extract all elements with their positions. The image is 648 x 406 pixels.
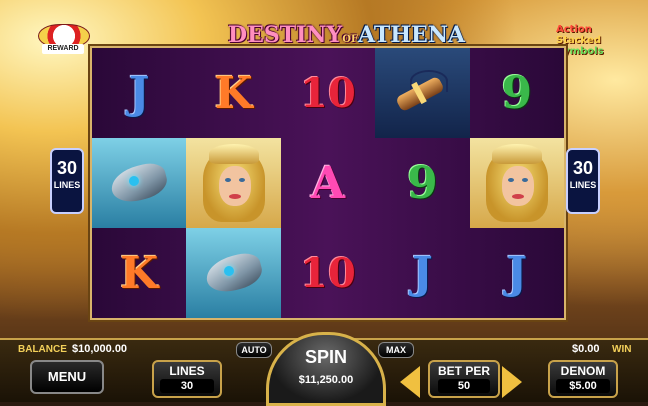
symbol-k: K [214, 67, 253, 119]
athena-portrait-icon [199, 144, 269, 222]
symbol-j: J [411, 247, 433, 299]
auto-button[interactable]: AUTO [236, 342, 272, 358]
balance-value: $10,000.00 [72, 343, 128, 355]
lines-button[interactable]: LINES 30 [152, 360, 222, 398]
helmet-icon [107, 159, 171, 207]
menu-button[interactable]: MENU [30, 360, 104, 394]
logo-action-text: Action [556, 24, 592, 35]
win-label: WIN [612, 344, 632, 355]
bet-decrease-arrow-icon[interactable] [400, 366, 420, 398]
symbol-j: J [506, 247, 528, 299]
symbol-9: 9 [501, 67, 533, 119]
logo-symbols-text: Symbols [556, 46, 604, 57]
reel-grid: J K 10 9 A 9 K 10 J J [90, 46, 566, 320]
helmet-icon [202, 249, 266, 297]
reel-symbol: J [92, 48, 186, 138]
reward-logo: REWARD [38, 24, 90, 56]
reel-symbol [186, 228, 281, 318]
lines-button-label: LINES [169, 364, 205, 378]
lines-badge-right: 30 LINES [566, 148, 600, 214]
reel-symbol: A [281, 138, 375, 228]
reel-symbol: 10 [281, 48, 375, 138]
reel-symbol: K [92, 228, 186, 318]
symbol-10: 10 [300, 69, 356, 117]
reel-symbol: 10 [281, 228, 375, 318]
denom-button[interactable]: DENOM $5.00 [548, 360, 618, 398]
reel-symbol [469, 138, 564, 228]
lines-button-value: 30 [160, 379, 214, 393]
lines-badge-label: LINES [53, 180, 81, 190]
bet-per-button[interactable]: BET PER 50 [428, 360, 500, 398]
reel-symbol: J [470, 228, 564, 318]
reel-symbol: K [186, 48, 280, 138]
spin-button-label: SPIN [304, 347, 347, 367]
reel-symbol [92, 138, 187, 228]
athena-portrait-icon [482, 144, 552, 222]
bet-per-label: BET PER [437, 364, 490, 378]
lines-badge-number: 30 [572, 158, 594, 178]
lines-badge-left: 30 LINES [50, 148, 84, 214]
reward-logo-text: REWARD [42, 44, 84, 54]
title-destiny: DESTINY [228, 22, 343, 48]
reel-symbol: J [375, 228, 469, 318]
action-stacked-symbols-logo: Action Stacked Symbols [556, 24, 636, 62]
symbol-10: 10 [300, 249, 356, 297]
bet-per-value: 50 [438, 379, 490, 393]
logo-stacked-text: Stacked [556, 35, 601, 46]
reel-symbol: 9 [375, 138, 469, 228]
lines-badge-label: LINES [569, 180, 597, 190]
symbol-k: K [120, 247, 159, 299]
denom-label: DENOM [560, 364, 606, 378]
balance-label: BALANCE [18, 344, 67, 355]
title-athena: ATHENA [358, 22, 466, 48]
reel-symbol [375, 48, 470, 138]
denom-value: $5.00 [556, 379, 610, 393]
win-value: $0.00 [572, 343, 600, 355]
horn-icon [392, 68, 452, 118]
symbol-9: 9 [407, 157, 438, 209]
title-of: OF [342, 34, 359, 45]
symbol-a: A [310, 157, 346, 209]
bet-increase-arrow-icon[interactable] [502, 366, 522, 398]
spin-bet-value: $11,250.00 [298, 374, 354, 386]
max-button[interactable]: MAX [378, 342, 414, 358]
lines-badge-number: 30 [56, 158, 78, 178]
symbol-j: J [128, 67, 150, 119]
reel-symbol: 9 [470, 48, 564, 138]
reel-symbol [186, 138, 281, 228]
